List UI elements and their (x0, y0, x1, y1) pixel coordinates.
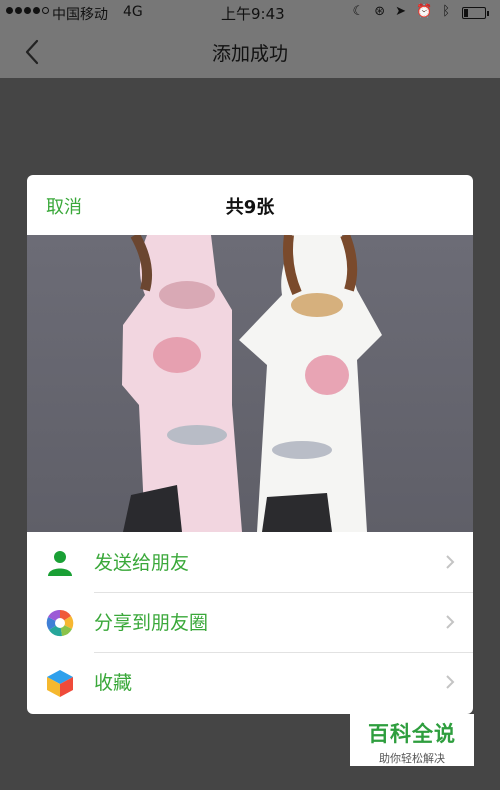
location-icon: ➤ (395, 4, 406, 19)
share-menu: 发送给朋友 分享到朋友圈 收藏 (27, 532, 473, 712)
image-count: 共9张 (225, 197, 275, 218)
menu-item-label: 发送给朋友 (94, 552, 190, 574)
signal-strength-icon (6, 7, 49, 14)
moments-icon (46, 609, 74, 637)
favorites-cube-icon (47, 670, 73, 697)
battery-icon (462, 7, 489, 19)
bluetooth-icon: ᛒ (442, 4, 450, 19)
alarm-icon: ⏰ (416, 4, 433, 19)
cancel-button[interactable]: 取消 (46, 193, 82, 219)
menu-item-label: 收藏 (94, 672, 133, 694)
share-dialog: 取消 共9张 发送给朋友 分享到朋友圈 收藏 (27, 175, 473, 714)
lock-rotation-icon: ⊛ (374, 4, 386, 19)
person-icon (48, 551, 72, 576)
share-to-moments-item[interactable]: 分享到朋友圈 (27, 592, 473, 652)
status-icons: ☾ ⊛ ➤ ⏰ ᛒ (353, 4, 450, 19)
status-bar: 中国移动 4G 上午9:43 ☾ ⊛ ➤ ⏰ ᛒ (0, 0, 500, 26)
favorites-item[interactable]: 收藏 (27, 652, 473, 712)
preview-image (27, 235, 473, 532)
carrier-name: 中国移动 (52, 7, 108, 23)
send-to-friend-item[interactable]: 发送给朋友 (27, 532, 473, 592)
menu-item-label: 分享到朋友圈 (94, 612, 209, 634)
dialog-header: 取消 共9张 (27, 175, 473, 235)
chevron-right-icon (446, 675, 455, 689)
chevron-right-icon (446, 615, 455, 629)
status-time: 上午9:43 (221, 5, 285, 23)
watermark-subtitle: 助你轻松解决 (379, 752, 445, 765)
watermark-title: 百科全说 (368, 722, 456, 746)
moon-icon: ☾ (352, 4, 365, 19)
two-models-in-floral-dresses-image (122, 235, 382, 532)
navigation-bar: 添加成功 (0, 26, 500, 78)
watermark-logo: 百科全说 助你轻松解决 (350, 714, 474, 766)
chevron-right-icon (446, 555, 455, 569)
page-title: 添加成功 (211, 43, 288, 65)
network-type: 4G (123, 4, 143, 20)
